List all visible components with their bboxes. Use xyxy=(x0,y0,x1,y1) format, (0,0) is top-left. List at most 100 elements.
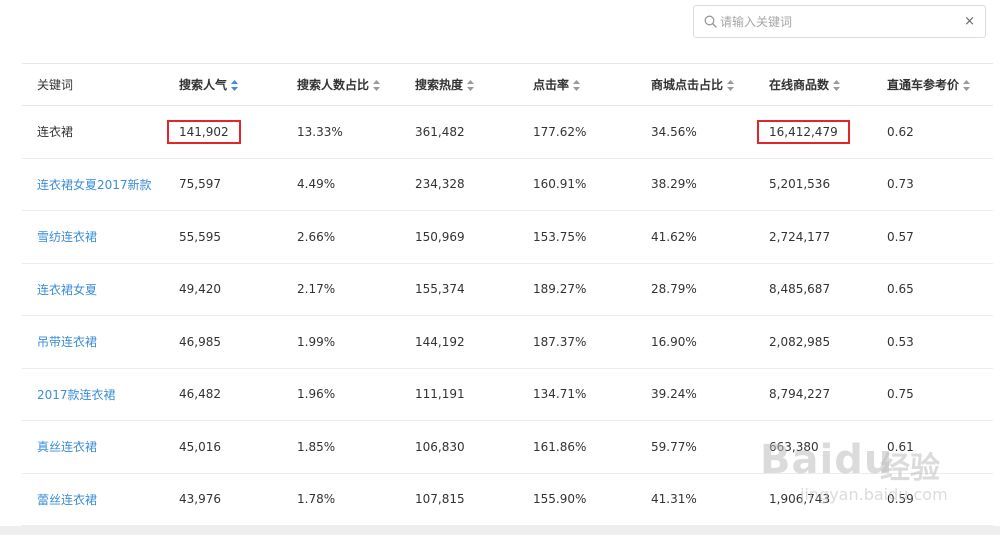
cell-popularity: 46,985 xyxy=(164,315,282,369)
search-input[interactable] xyxy=(720,11,950,32)
cell-value: 1.99% xyxy=(297,334,336,349)
cell-value: 55,595 xyxy=(179,229,221,244)
cell-keyword: 吊带连衣裙 xyxy=(22,315,164,369)
cell-mall-ratio: 34.56% xyxy=(636,105,754,159)
column-header-label: 关键词 xyxy=(37,78,74,92)
cell-search-ratio: 13.33% xyxy=(282,105,400,159)
cell-value: 1.78% xyxy=(297,492,336,507)
cell-value: 13.33% xyxy=(297,124,343,139)
horizontal-scrollbar[interactable] xyxy=(0,526,1000,535)
cell-value: 111,191 xyxy=(415,387,465,402)
cell-value: 43,976 xyxy=(179,492,221,507)
sort-icon[interactable] xyxy=(231,80,239,91)
cell-value: 0.65 xyxy=(887,282,914,297)
cell-price: 0.62 xyxy=(872,105,993,159)
cell-value: 107,815 xyxy=(415,492,465,507)
cell-value: 8,485,687 xyxy=(769,282,831,297)
cell-heat: 155,374 xyxy=(400,263,518,316)
cell-value: 161.86% xyxy=(533,439,587,454)
cell-mall-ratio: 39.24% xyxy=(636,368,754,421)
keyword-link[interactable]: 雪纺连衣裙 xyxy=(37,230,97,244)
cell-value: 28.79% xyxy=(651,282,697,297)
sort-icon[interactable] xyxy=(833,80,841,91)
cell-value: 2,082,985 xyxy=(769,334,831,349)
sort-icon[interactable] xyxy=(467,80,475,91)
table-body: 连衣裙 141,902 13.33% 361,482 177.62% 34.56% 16,4… xyxy=(22,105,993,526)
cell-value: 16.90% xyxy=(651,334,697,349)
cell-value: 234,328 xyxy=(415,177,465,192)
cell-value: 1.85% xyxy=(297,439,336,454)
sort-icon[interactable] xyxy=(373,80,381,91)
keyword-link[interactable]: 吊带连衣裙 xyxy=(37,335,97,349)
sort-icon[interactable] xyxy=(727,80,735,91)
keyword-table: 关键词 搜索人气 搜索人数占比 搜索热度 点击率 商城点击占比 在线商品数 直通车参考价 连衣… xyxy=(22,63,993,526)
cell-mall-ratio: 28.79% xyxy=(636,263,754,316)
cell-search-ratio: 2.66% xyxy=(282,210,400,264)
sort-icon[interactable] xyxy=(573,80,581,91)
table-row: 蕾丝连衣裙 43,976 1.78% 107,815 155.90% 41.31% 1,90… xyxy=(22,473,993,526)
cell-value: 144,192 xyxy=(415,334,465,349)
cell-products: 2,724,177 xyxy=(754,210,872,264)
highlighted-value: 16,412,479 xyxy=(757,119,850,144)
cell-products: 8,794,227 xyxy=(754,368,872,421)
cell-popularity: 75,597 xyxy=(164,158,282,211)
cell-heat: 106,830 xyxy=(400,420,518,474)
cell-heat: 107,815 xyxy=(400,473,518,526)
cell-popularity: 43,976 xyxy=(164,473,282,526)
column-header-ctr[interactable]: 点击率 xyxy=(518,63,636,106)
keyword-link[interactable]: 2017款连衣裙 xyxy=(37,388,116,402)
cell-value: 75,597 xyxy=(179,177,221,192)
column-header-search-ratio[interactable]: 搜索人数占比 xyxy=(282,63,400,106)
table-row: 吊带连衣裙 46,985 1.99% 144,192 187.37% 16.90% 2,08… xyxy=(22,315,993,369)
cell-products: 2,082,985 xyxy=(754,315,872,369)
keyword-link[interactable]: 连衣裙 xyxy=(37,125,73,139)
cell-mall-ratio: 38.29% xyxy=(636,158,754,211)
cell-value: 49,420 xyxy=(179,282,221,297)
cell-value: 5,201,536 xyxy=(769,177,831,192)
cell-ctr: 161.86% xyxy=(518,420,636,474)
cell-value: 8,794,227 xyxy=(769,387,831,402)
cell-search-ratio: 1.99% xyxy=(282,315,400,369)
table-row: 连衣裙女夏 49,420 2.17% 155,374 189.27% 28.79% 8,48… xyxy=(22,263,993,316)
cell-value: 2,724,177 xyxy=(769,229,831,244)
keyword-link[interactable]: 连衣裙女夏 xyxy=(37,283,97,297)
cell-value: 2.17% xyxy=(297,282,336,297)
cell-value: 153.75% xyxy=(533,229,587,244)
cell-ctr: 155.90% xyxy=(518,473,636,526)
cell-value: 160.91% xyxy=(533,177,587,192)
cell-ctr: 153.75% xyxy=(518,210,636,264)
cell-value: 0.62 xyxy=(887,124,914,139)
cell-ctr: 177.62% xyxy=(518,105,636,159)
cell-heat: 144,192 xyxy=(400,315,518,369)
table-row: 2017款连衣裙 46,482 1.96% 111,191 134.71% 39.24% 8… xyxy=(22,368,993,421)
keyword-link[interactable]: 蕾丝连衣裙 xyxy=(37,493,97,507)
cell-mall-ratio: 41.31% xyxy=(636,473,754,526)
cell-value: 0.61 xyxy=(887,439,914,454)
cell-search-ratio: 1.96% xyxy=(282,368,400,421)
cell-value: 0.57 xyxy=(887,229,914,244)
column-header-label: 搜索人数占比 xyxy=(297,78,370,92)
keyword-link[interactable]: 连衣裙女夏2017新款 xyxy=(37,178,152,192)
cell-popularity: 55,595 xyxy=(164,210,282,264)
column-header-price[interactable]: 直通车参考价 xyxy=(872,63,993,106)
cell-value: 1.96% xyxy=(297,387,336,402)
cell-search-ratio: 1.78% xyxy=(282,473,400,526)
table-header-row: 关键词 搜索人气 搜索人数占比 搜索热度 点击率 商城点击占比 在线商品数 直通车参考价 xyxy=(22,63,993,106)
cell-keyword: 雪纺连衣裙 xyxy=(22,210,164,264)
cell-products: 5,201,536 xyxy=(754,158,872,211)
table-row: 连衣裙 141,902 13.33% 361,482 177.62% 34.56% 16,4… xyxy=(22,105,993,159)
cell-keyword: 2017款连衣裙 xyxy=(22,368,164,421)
cell-value: 177.62% xyxy=(533,124,587,139)
cell-keyword: 连衣裙女夏 xyxy=(22,263,164,316)
close-icon[interactable]: × xyxy=(964,14,975,29)
search-box[interactable]: × xyxy=(693,5,986,38)
column-header-popularity[interactable]: 搜索人气 xyxy=(164,63,282,106)
cell-ctr: 187.37% xyxy=(518,315,636,369)
column-header-mall-ratio[interactable]: 商城点击占比 xyxy=(636,63,754,106)
cell-value: 0.73 xyxy=(887,177,914,192)
column-header-products[interactable]: 在线商品数 xyxy=(754,63,872,106)
column-header-heat[interactable]: 搜索热度 xyxy=(400,63,518,106)
cell-price: 0.59 xyxy=(872,473,993,526)
sort-icon[interactable] xyxy=(963,80,971,91)
keyword-link[interactable]: 真丝连衣裙 xyxy=(37,440,97,454)
